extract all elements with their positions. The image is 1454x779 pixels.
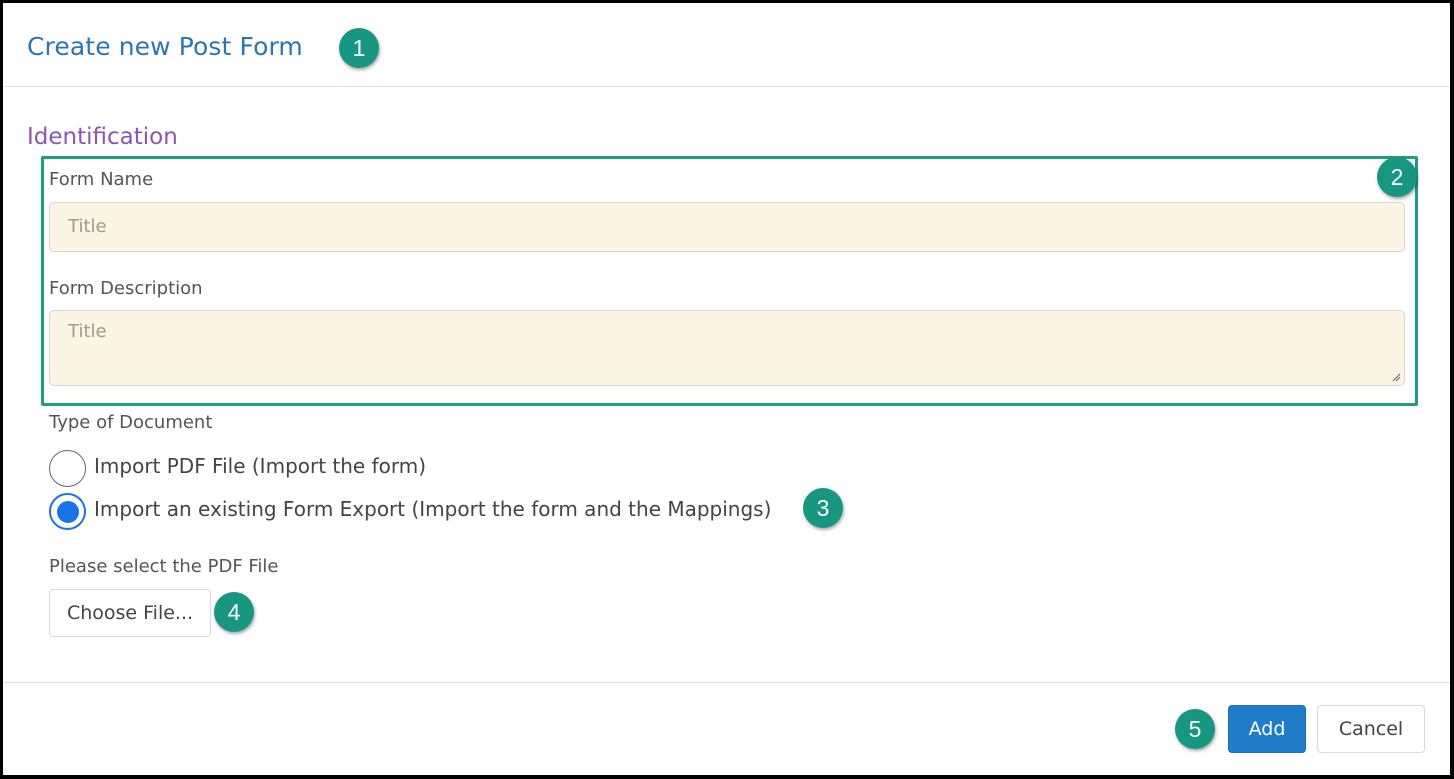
- document-type-label: Type of Document: [49, 412, 213, 433]
- radio-import-export-label[interactable]: Import an existing Form Export (Import t…: [94, 497, 771, 521]
- callout-badge-3: 3: [803, 488, 843, 528]
- dialog: Create new Post Form 1 Identification 2 …: [3, 3, 1450, 775]
- cancel-button[interactable]: Cancel: [1317, 705, 1425, 753]
- form-description-textarea[interactable]: Title: [49, 310, 1405, 386]
- callout-badge-1: 1: [339, 28, 379, 68]
- choose-file-button[interactable]: Choose File...: [49, 589, 211, 637]
- add-button[interactable]: Add: [1228, 705, 1306, 753]
- form-description-label: Form Description: [49, 278, 203, 299]
- callout-badge-5: 5: [1175, 709, 1215, 749]
- radio-import-export[interactable]: [49, 493, 86, 530]
- dialog-title: Create new Post Form: [27, 32, 303, 61]
- file-select-label: Please select the PDF File: [49, 556, 279, 577]
- callout-badge-4: 4: [214, 592, 254, 632]
- resize-grip-icon[interactable]: [1391, 372, 1401, 382]
- form-name-label: Form Name: [49, 169, 154, 190]
- form-name-input[interactable]: Title: [49, 202, 1405, 252]
- form-description-placeholder: Title: [68, 321, 107, 342]
- radio-import-pdf-label[interactable]: Import PDF File (Import the form): [94, 454, 426, 478]
- dialog-header: Create new Post Form 1: [3, 3, 1450, 87]
- section-title: Identification: [27, 124, 178, 150]
- callout-badge-2: 2: [1377, 157, 1417, 197]
- radio-import-pdf[interactable]: [49, 450, 86, 487]
